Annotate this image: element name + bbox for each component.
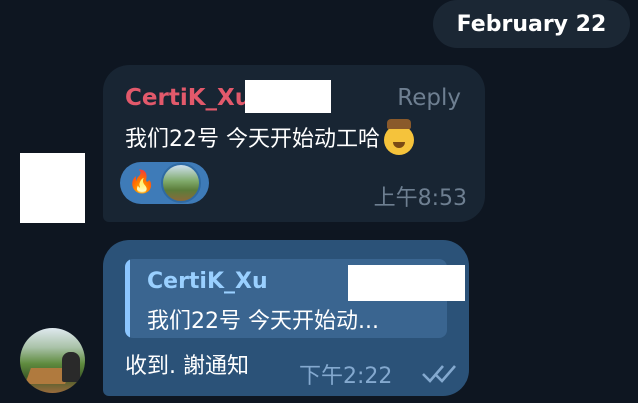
incoming-message-bubble[interactable]: CertiK_Xu Reply 我们22号 今天开始动工哈 🔥 上午8:53 xyxy=(103,65,485,222)
date-separator: February 22 xyxy=(433,0,630,48)
message-text-content: 我们22号 今天开始动工哈 xyxy=(125,127,380,152)
outgoing-message-bubble[interactable]: CertiK_Xu 我们22号 今天开始动... 收到. 謝通知 下午2:22 xyxy=(103,240,469,396)
quoted-sender-redacted xyxy=(348,265,465,301)
sender-name[interactable]: CertiK_Xu xyxy=(125,85,251,111)
reply-button[interactable]: Reply xyxy=(397,85,461,111)
message-time: 下午2:22 xyxy=(299,364,393,389)
cowboy-face-icon xyxy=(384,119,414,155)
fire-reaction-icon: 🔥 xyxy=(128,170,156,195)
user-avatar[interactable] xyxy=(20,328,85,393)
quoted-text: 我们22号 今天开始动... xyxy=(147,309,379,334)
double-check-icon xyxy=(422,365,456,383)
sender-avatar-redacted[interactable] xyxy=(20,153,85,223)
landscape-avatar-icon xyxy=(161,163,202,203)
message-time: 上午8:53 xyxy=(373,186,467,211)
reaction-pill[interactable]: 🔥 xyxy=(120,162,209,204)
message-text: 收到. 謝通知 xyxy=(125,354,249,379)
quote-bar xyxy=(125,259,130,338)
message-text: 我们22号 今天开始动工哈 xyxy=(125,119,414,155)
sender-name-redacted xyxy=(245,80,331,113)
quoted-sender-name: CertiK_Xu xyxy=(147,269,268,294)
avatar-person xyxy=(62,352,80,382)
